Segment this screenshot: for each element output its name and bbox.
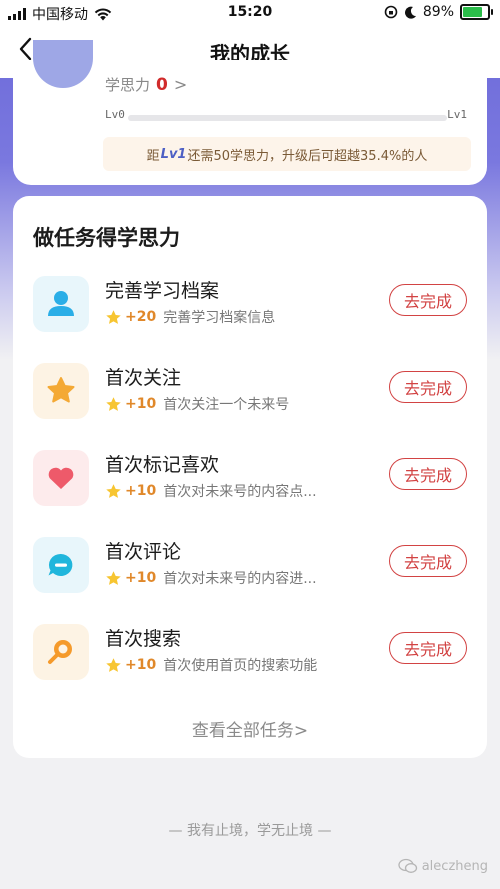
xuesili-arrow: > — [173, 75, 188, 94]
task-icon-box — [33, 363, 89, 419]
task-icon-box — [33, 537, 89, 593]
task-description: 完善学习档案信息 — [163, 310, 276, 326]
complete-task-button[interactable]: 去完成 — [389, 284, 467, 316]
star-icon — [106, 483, 121, 498]
xuesili-value: 0 — [156, 74, 168, 95]
tasks-title: 做任务得学思力 — [33, 226, 180, 250]
view-all-tasks-link[interactable]: 查看全部任务> — [13, 716, 487, 741]
task-points: +10 — [125, 570, 157, 586]
xuesili-label: 学思力 — [105, 76, 151, 94]
level-progress-bar — [128, 115, 447, 121]
task-row: 完善学习档案 +20 完善学习档案信息 去完成 — [13, 276, 487, 363]
task-name: 首次搜索 — [105, 628, 182, 650]
level-hint-tag: Lv1 — [160, 146, 187, 162]
complete-task-button[interactable]: 去完成 — [389, 545, 467, 577]
task-row: 首次标记喜欢 +10 首次对未来号的内容点... 去完成 — [13, 450, 487, 537]
level-hint-prefix: 距 — [146, 148, 160, 164]
task-icon-box — [33, 450, 89, 506]
complete-task-button[interactable]: 去完成 — [389, 371, 467, 403]
task-description: 首次关注一个未来号 — [163, 397, 290, 413]
task-meta: +10 首次使用首页的搜索功能 — [105, 655, 317, 675]
xuesili-row[interactable]: 学思力 0 > — [105, 74, 187, 95]
level-start-label: Lv0 — [105, 108, 125, 121]
task-icon-box — [33, 276, 89, 332]
task-description: 首次对未来号的内容进... — [163, 571, 317, 587]
task-row: 首次搜索 +10 首次使用首页的搜索功能 去完成 — [13, 624, 487, 711]
tasks-card: 做任务得学思力 完善学习档案 +20 完善学习档案信息 去完成 首次关注 +10… — [13, 196, 487, 758]
task-meta: +10 首次对未来号的内容进... — [105, 568, 317, 588]
user-profile-icon — [48, 291, 74, 316]
watermark-text: aleczheng — [421, 858, 488, 874]
level-end-label: Lv1 — [447, 108, 467, 121]
task-name: 首次标记喜欢 — [105, 454, 220, 476]
watermark: aleczheng — [398, 858, 488, 874]
task-row: 首次关注 +10 首次关注一个未来号 去完成 — [13, 363, 487, 450]
status-bar: 中国移动 15:20 89% — [0, 0, 500, 26]
task-points: +20 — [125, 309, 157, 325]
level-hint: 距 Lv1 还需50学思力，升级后可超越35.4%的人 — [103, 137, 471, 171]
task-description: 首次对未来号的内容点... — [163, 484, 317, 500]
complete-task-button[interactable]: 去完成 — [389, 458, 467, 490]
search-icon — [48, 640, 72, 664]
task-description: 首次使用首页的搜索功能 — [163, 658, 318, 674]
task-points: +10 — [125, 483, 157, 499]
star-icon — [47, 377, 75, 403]
task-meta: +20 完善学习档案信息 — [105, 307, 275, 327]
footer-motto: — 我有止境，学无止境 — — [168, 823, 332, 839]
orientation-lock-icon — [384, 5, 398, 19]
task-name: 首次关注 — [105, 367, 182, 389]
avatar[interactable] — [33, 40, 93, 88]
level-hint-text: 还需50学思力，升级后可超越35.4%的人 — [187, 148, 428, 164]
comment-bubble-icon — [48, 553, 73, 576]
complete-task-button[interactable]: 去完成 — [389, 632, 467, 664]
battery-percent: 89% — [422, 4, 454, 20]
heart-icon — [48, 467, 74, 489]
task-points: +10 — [125, 396, 157, 412]
task-name: 首次评论 — [105, 541, 182, 563]
task-icon-box — [33, 624, 89, 680]
status-right: 89% — [384, 4, 493, 20]
moon-icon — [404, 6, 416, 19]
task-points: +10 — [125, 657, 157, 673]
task-meta: +10 首次对未来号的内容点... — [105, 481, 317, 501]
task-meta: +10 首次关注一个未来号 — [105, 394, 289, 414]
star-icon — [106, 309, 121, 324]
battery-icon — [460, 4, 493, 20]
star-icon — [106, 570, 121, 585]
task-row: 首次评论 +10 首次对未来号的内容进... 去完成 — [13, 537, 487, 624]
star-icon — [106, 657, 121, 672]
star-icon — [106, 396, 121, 411]
level-card: 学思力 0 > Lv0 Lv1 距 Lv1 还需50学思力，升级后可超越35.4… — [13, 40, 487, 185]
task-name: 完善学习档案 — [105, 280, 220, 302]
wechat-icon — [398, 858, 417, 873]
